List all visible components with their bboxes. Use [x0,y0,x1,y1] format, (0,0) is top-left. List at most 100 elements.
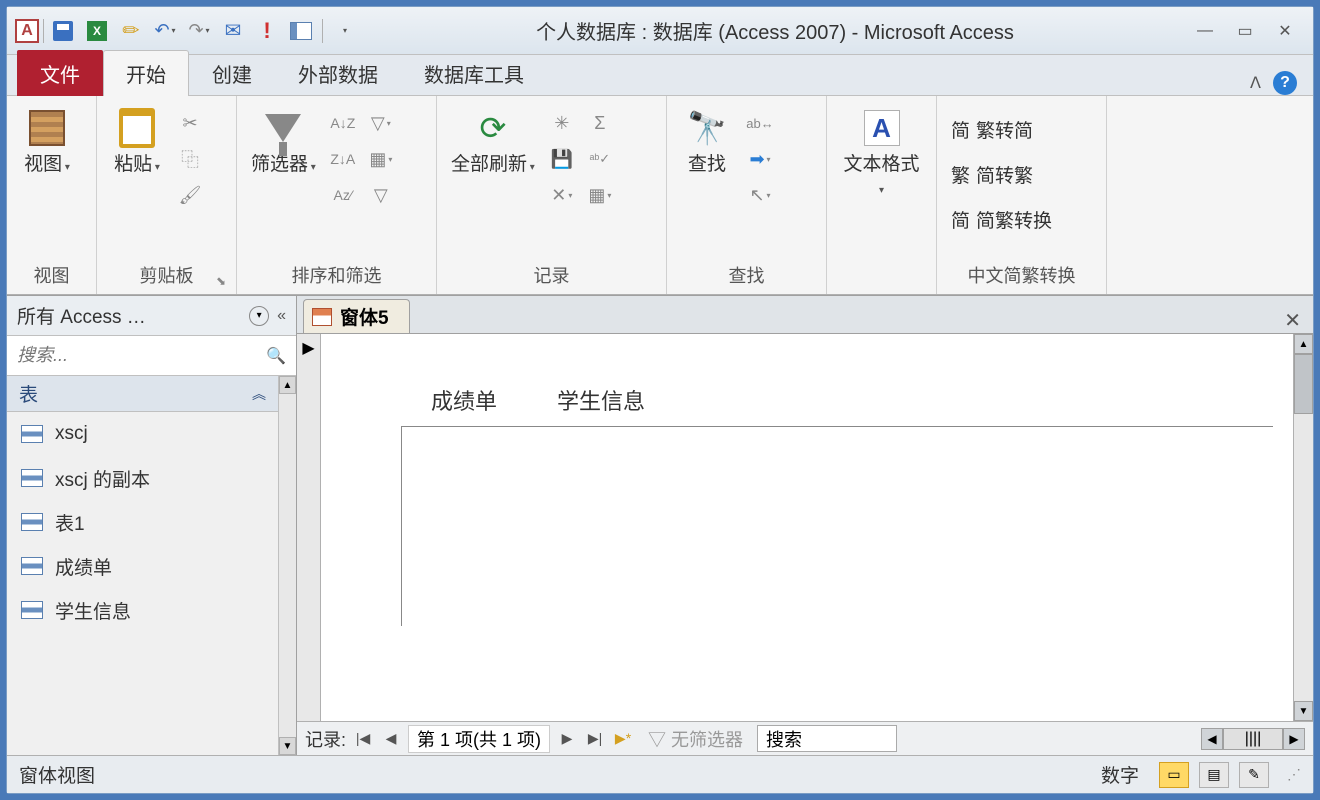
scroll-thumb[interactable] [1294,354,1313,414]
text-format-button[interactable]: A文本格式 [837,102,926,204]
search-icon[interactable]: 🔍 [266,346,296,366]
scroll-down-button[interactable]: ▼ [1294,701,1313,721]
exclaim-icon: ! [263,18,270,44]
record-selector[interactable]: ▶ [297,334,321,721]
simp-to-trad-button[interactable]: 繁简转繁 [947,159,1056,190]
select-button[interactable]: ↖ [745,182,775,208]
nav-scrollbar[interactable]: ▲ ▼ [278,376,296,755]
scroll-up-button[interactable]: ▲ [1294,334,1313,354]
next-record-button[interactable]: ▶ [556,728,578,750]
form-canvas[interactable]: 成绩单 学生信息 [321,334,1293,721]
nav-item-table[interactable]: 成绩单 [7,544,278,588]
spelling-button[interactable]: ᵃᵇ✓ [585,146,615,172]
scroll-track[interactable] [279,394,296,737]
nav-collapse-button[interactable]: « [277,307,286,325]
filter-indicator[interactable]: ▽ 无筛选器 [648,726,743,752]
layout-view-button[interactable]: ▤ [1199,762,1229,788]
tab-file[interactable]: 文件 [17,50,103,96]
resize-grip[interactable]: ⋰ [1287,766,1301,783]
minimize-button[interactable]: — [1193,21,1217,41]
form-view-button[interactable]: ▭ [1159,762,1189,788]
conversion-button[interactable]: 简简繁转换 [947,204,1056,235]
priority-button[interactable]: ! [254,18,280,44]
tab-database-tools[interactable]: 数据库工具 [401,50,547,96]
nav-search-input[interactable] [7,339,266,372]
maximize-button[interactable]: ▭ [1233,21,1257,41]
horizontal-scrollbar[interactable]: ◀ |||| ▶ [1201,728,1305,750]
advanced-filter-button[interactable]: ▦ [366,146,396,172]
more-records-button[interactable]: ▦ [585,182,615,208]
undo-button[interactable]: ↶ [152,18,178,44]
save-record-button[interactable]: 💾 [547,146,577,172]
scroll-down-button[interactable]: ▼ [279,737,296,755]
goto-button[interactable]: ➡ [745,146,775,172]
redo-button[interactable]: ↷ [186,18,212,44]
scroll-left-button[interactable]: ◀ [1201,728,1223,750]
format-painter-button[interactable]: 🖌 [175,182,205,208]
vertical-scrollbar[interactable]: ▲ ▼ [1293,334,1313,721]
clear-sort-button[interactable]: Aᴢ⁄ [328,182,358,208]
datasheet-button[interactable] [288,18,314,44]
minimize-ribbon-button[interactable]: ᐱ [1250,73,1261,93]
refresh-all-button[interactable]: ⟳全部刷新 [447,102,539,181]
selection-filter-button[interactable]: ▽ [366,110,396,136]
nav-item-table[interactable]: xscj [7,412,278,456]
title-bar: A X ✎ ↶ ↷ ✉ ! 个人数据库 : 数据库 (Access 2007) … [7,7,1313,55]
nav-category-dropdown[interactable]: ▾ [249,306,269,326]
nav-item-table[interactable]: xscj 的副本 [7,456,278,500]
main-area: 所有 Access … ▾ « 🔍 表︽ xscj xscj 的副本 表1 成绩… [7,295,1313,755]
document-tab[interactable]: 窗体5 [303,299,410,333]
tab-home[interactable]: 开始 [103,50,189,96]
scroll-right-button[interactable]: ▶ [1283,728,1305,750]
first-record-button[interactable]: |◀ [352,728,374,750]
record-search-input[interactable] [757,725,897,752]
record-position[interactable]: 第 1 项(共 1 项) [408,725,550,753]
find-button[interactable]: 🔭查找 [677,102,737,181]
ribbon: 视图 视图 粘贴 ✂ ⿻ 🖌 剪贴板 筛选器 A↓Z Z↓A Aᴢ⁄ [7,95,1313,295]
replace-button[interactable]: ab↔ [745,110,775,136]
window-controls: — ▭ ✕ [1193,21,1297,41]
nav-list: 表︽ xscj xscj 的副本 表1 成绩单 学生信息 [7,376,278,755]
edit-button[interactable]: ✎ [118,18,144,44]
sort-desc-button[interactable]: Z↓A [328,146,358,172]
prev-record-button[interactable]: ◀ [380,728,402,750]
copy-button[interactable]: ⿻ [175,146,205,172]
new-record-button[interactable]: ✳ [547,110,577,136]
design-view-button[interactable]: ✎ [1239,762,1269,788]
scroll-up-button[interactable]: ▲ [279,376,296,394]
cut-button[interactable]: ✂ [175,110,205,136]
email-button[interactable]: ✉ [220,18,246,44]
nav-item-table[interactable]: 表1 [7,500,278,544]
export-excel-button[interactable]: X [84,18,110,44]
form-tab-page[interactable]: 成绩单 [431,384,497,416]
nav-group-tables[interactable]: 表︽ [7,376,278,412]
scroll-track[interactable] [1294,414,1313,701]
app-icon[interactable]: A [15,19,39,43]
delete-record-button[interactable]: ✕ [547,182,577,208]
close-document-button[interactable]: ✕ [1284,308,1301,333]
totals-button[interactable]: Σ [585,110,615,136]
trad-to-simp-button[interactable]: 简繁转简 [947,114,1056,145]
filter-button[interactable]: 筛选器 [247,102,320,181]
save-button[interactable] [50,18,76,44]
pencil-icon: ✎ [116,16,146,46]
qat-customize-button[interactable] [331,18,357,44]
form-tab-body [401,426,1273,626]
status-right: 数字 ▭ ▤ ✎ ⋰ [1101,761,1301,788]
nav-header[interactable]: 所有 Access … ▾ « [7,296,296,336]
toggle-filter-button[interactable]: ▽ [366,182,396,208]
group-label: 视图 [17,258,86,292]
close-button[interactable]: ✕ [1273,21,1297,41]
paste-button[interactable]: 粘贴 [107,102,167,181]
scroll-thumb[interactable]: |||| [1223,728,1283,750]
view-button[interactable]: 视图 [17,102,77,181]
tab-create[interactable]: 创建 [189,50,275,96]
last-record-button[interactable]: ▶| [584,728,606,750]
form-tab-page[interactable]: 学生信息 [557,384,645,416]
new-record-button[interactable]: ▶* [612,728,634,750]
scissors-icon: ✂ [182,113,197,134]
help-button[interactable]: ? [1273,71,1297,95]
tab-external-data[interactable]: 外部数据 [275,50,401,96]
sort-asc-button[interactable]: A↓Z [328,110,358,136]
nav-item-table[interactable]: 学生信息 [7,588,278,632]
